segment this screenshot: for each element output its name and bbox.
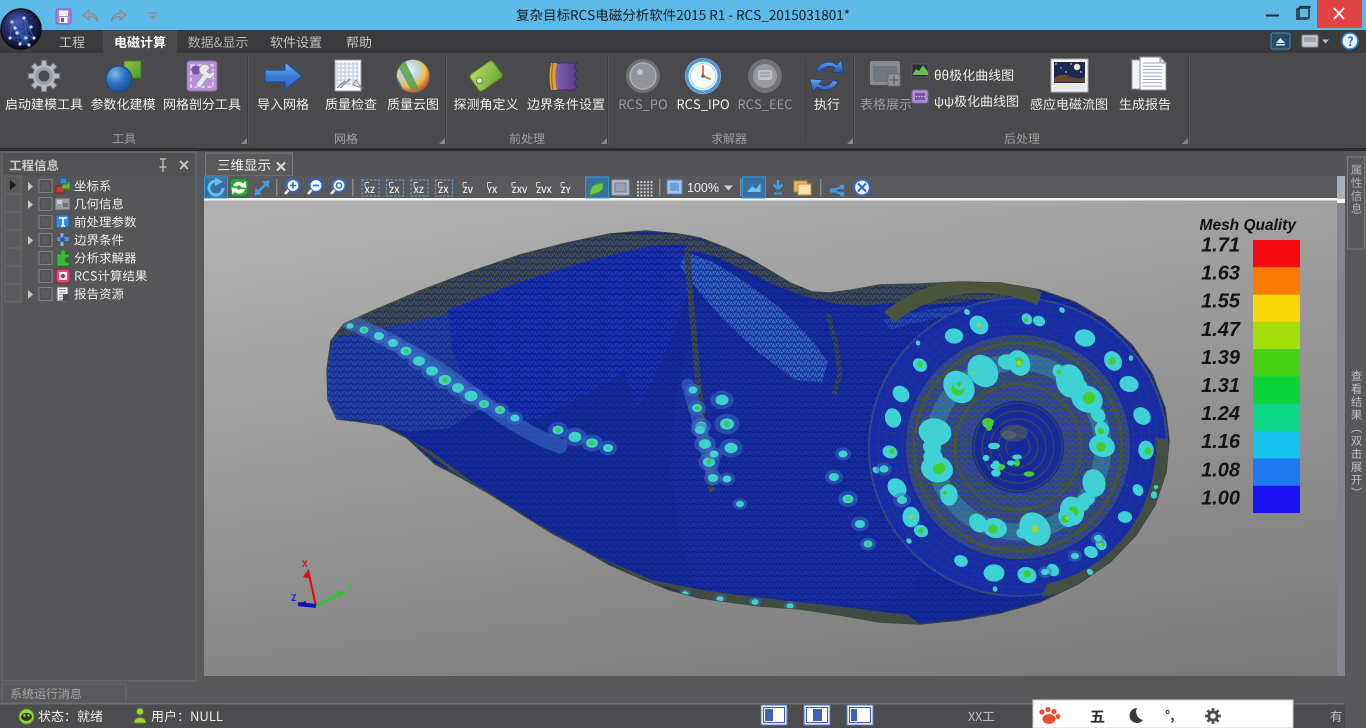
svg-text:Mesh Quality: Mesh Quality — [1200, 217, 1298, 234]
svg-text:1.71: 1.71 — [1201, 235, 1240, 257]
svg-text:1.39: 1.39 — [1201, 347, 1241, 369]
svg-text:1.47: 1.47 — [1201, 319, 1241, 341]
svg-text:1.00: 1.00 — [1201, 487, 1240, 509]
svg-text:1.63: 1.63 — [1201, 263, 1240, 285]
svg-text:1.16: 1.16 — [1201, 431, 1241, 453]
svg-text:100%: 100% — [687, 181, 719, 195]
svg-text:1.55: 1.55 — [1201, 291, 1241, 313]
svg-text:1.31: 1.31 — [1201, 375, 1240, 397]
svg-text:1.08: 1.08 — [1201, 459, 1241, 481]
svg-text:1.24: 1.24 — [1201, 403, 1240, 425]
